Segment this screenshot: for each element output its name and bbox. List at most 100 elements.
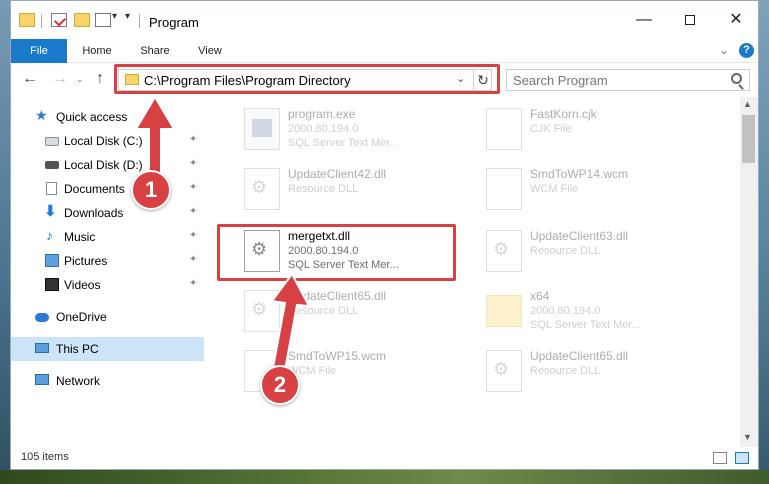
close-icon: ✕	[729, 11, 743, 28]
file-name: SmdToWP14.wcm	[530, 167, 629, 181]
file-item[interactable]: UpdateClient42.dll Resource DLL	[236, 163, 471, 213]
sidebar-item-label: OneDrive	[56, 310, 107, 324]
file-item[interactable]: SmdToWP14.wcm WCM File	[478, 163, 713, 213]
pin-icon[interactable]: ✦	[189, 158, 197, 169]
file-icon	[486, 168, 522, 210]
file-name: x64	[530, 289, 550, 303]
tab-file[interactable]: File	[11, 39, 67, 63]
folder-icon	[19, 13, 35, 27]
item-count: 105 items	[21, 451, 69, 463]
pc-icon	[35, 343, 49, 353]
downloads-icon: ⬇	[44, 203, 57, 220]
large-icons-view-icon[interactable]	[735, 452, 749, 464]
sidebar-item-videos[interactable]: Videos ✦	[11, 273, 204, 297]
separator	[139, 14, 140, 28]
details-view-icon[interactable]	[713, 452, 727, 464]
sidebar-item-pictures[interactable]: Pictures ✦	[11, 249, 204, 273]
status-bar: 105 items	[11, 447, 758, 469]
file-item[interactable]: UpdateClient65.dll Resource DLL	[478, 345, 713, 395]
tab-share[interactable]: Share	[135, 39, 175, 63]
search-box[interactable]	[506, 69, 750, 91]
file-item[interactable]: program.exe 2000.80.194.0 SQL Server Tex…	[236, 103, 471, 153]
scroll-down-icon[interactable]: ▼	[743, 432, 752, 442]
videos-icon	[45, 278, 59, 291]
file-type: Resource DLL	[530, 365, 601, 377]
file-version: 2000.80.194.0	[530, 305, 601, 317]
music-icon: ♪	[46, 227, 53, 243]
drive-icon	[45, 161, 59, 169]
tab-view[interactable]: View	[192, 39, 228, 63]
file-name: UpdateClient63.dll	[530, 229, 629, 243]
tab-home[interactable]: Home	[77, 39, 117, 63]
file-item[interactable]: UpdateClient63.dll Resource DLL	[478, 225, 713, 275]
file-description: SQL Server Text Mer...	[530, 319, 641, 331]
forward-arrow-icon[interactable]: →	[52, 70, 68, 88]
scroll-thumb[interactable]	[742, 115, 755, 163]
documents-icon	[46, 182, 57, 195]
title-bar: ▾ ▾ Program — ✕	[11, 1, 758, 39]
view-options-icon[interactable]	[95, 13, 111, 27]
sidebar-item-label: Documents	[64, 182, 125, 196]
sidebar-item-music[interactable]: ♪ Music ✦	[11, 225, 204, 249]
maximize-button[interactable]	[667, 1, 713, 39]
annotation-step-2: 2	[260, 365, 300, 405]
onedrive-icon	[35, 313, 49, 322]
expand-ribbon-icon[interactable]: ⌄	[719, 43, 729, 57]
properties-icon[interactable]	[51, 13, 67, 27]
pin-icon[interactable]: ✦	[189, 206, 197, 217]
window-title: Program	[149, 15, 199, 30]
annotation-highlight-box	[114, 64, 500, 94]
file-name: FastKorn.cjk	[530, 107, 597, 121]
pictures-icon	[45, 254, 59, 267]
sidebar-item-label: Downloads	[64, 206, 124, 220]
sidebar-item-label: Quick access	[56, 110, 128, 124]
pin-icon[interactable]: ✦	[189, 134, 197, 145]
file-name: UpdateClient42.dll	[288, 167, 387, 181]
search-input[interactable]	[513, 72, 723, 89]
pin-icon[interactable]: ✦	[189, 254, 197, 265]
up-arrow-icon[interactable]: ↑	[96, 70, 104, 88]
pin-icon[interactable]: ✦	[189, 278, 197, 289]
file-type: Resource DLL	[288, 183, 359, 195]
search-icon[interactable]	[731, 73, 742, 84]
new-folder-icon[interactable]	[74, 13, 90, 27]
annotation-step-1: 1	[131, 170, 171, 210]
ribbon-tabs: File Home Share View ⌄ ?	[11, 39, 758, 63]
recent-locations-icon[interactable]: ⌄	[76, 74, 84, 85]
annotation-highlight-box	[217, 224, 456, 281]
file-item[interactable]: x64 2000.80.194.0 SQL Server Text Mer...	[478, 285, 713, 335]
file-type: Resource DLL	[530, 245, 601, 257]
maximize-icon	[685, 14, 695, 25]
dll-icon	[244, 168, 280, 210]
chevron-down-icon[interactable]: ▾	[112, 11, 117, 22]
folder-icon	[486, 295, 522, 327]
drive-icon	[45, 137, 59, 146]
sidebar-item-label: Music	[64, 230, 96, 244]
sidebar-item-network[interactable]: Network	[11, 369, 204, 393]
customize-toolbar-icon[interactable]: ▾	[125, 11, 130, 22]
file-icon	[486, 108, 522, 150]
sidebar-item-label: Network	[56, 374, 101, 388]
pin-icon[interactable]: ✦	[189, 230, 197, 241]
sidebar-item-downloads[interactable]: ⬇ Downloads ✦	[11, 201, 204, 225]
minimize-icon: —	[636, 11, 652, 28]
sidebar-item-label: Videos	[64, 278, 101, 292]
close-button[interactable]: ✕	[713, 1, 759, 39]
navigation-bar: ← → ⌄ ↑ C:\Program Files\Program Directo…	[11, 63, 758, 97]
sidebar-item-onedrive[interactable]: OneDrive	[11, 305, 204, 329]
back-arrow-icon[interactable]: ←	[22, 70, 38, 88]
exe-icon	[244, 108, 280, 150]
scroll-up-icon[interactable]: ▲	[743, 99, 752, 109]
minimize-button[interactable]: —	[621, 1, 667, 39]
vertical-scrollbar[interactable]: ▲ ▼	[740, 97, 758, 447]
file-item[interactable]: FastKorn.cjk CJK File	[478, 103, 713, 153]
desktop-background	[0, 470, 769, 484]
sidebar-item-label: Pictures	[64, 254, 108, 268]
sidebar-item-label: This PC	[56, 342, 99, 356]
desktop-background	[0, 0, 10, 484]
file-version: 2000.80.194.0	[288, 123, 359, 135]
help-icon[interactable]: ?	[739, 43, 754, 58]
sidebar-item-this-pc[interactable]: This PC	[11, 337, 204, 361]
pin-icon[interactable]: ✦	[189, 182, 197, 193]
star-icon: ★	[35, 107, 48, 123]
